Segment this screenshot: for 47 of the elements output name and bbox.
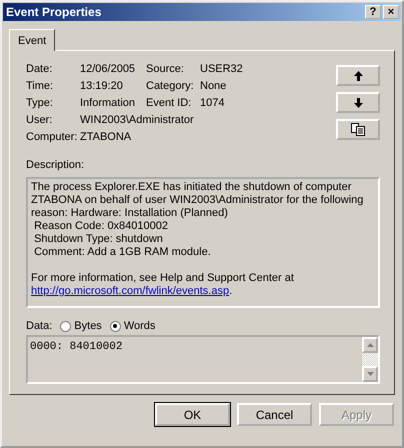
- up-arrow-icon: [354, 70, 362, 80]
- scroll-down-button[interactable]: [362, 366, 378, 382]
- description-text: Shutdown Type: shutdown: [33, 233, 164, 246]
- down-button[interactable]: [336, 92, 380, 113]
- copy-button[interactable]: [336, 119, 380, 140]
- help-link[interactable]: http://go.microsoft.com/fwlink/events.asp: [31, 285, 230, 297]
- field-value: 12/06/2005: [80, 63, 136, 75]
- radio-option[interactable]: Words: [110, 320, 156, 332]
- window-title: Event Properties: [6, 5, 102, 19]
- field-value: WIN2003\Administrator: [80, 114, 195, 126]
- field-label: Category:: [146, 80, 195, 92]
- field-label: Source:: [146, 63, 185, 75]
- description-text: Comment: Add a 1GB RAM module.: [33, 246, 212, 259]
- field-label: User:: [26, 114, 54, 126]
- description-text: Reason Code: 0x84010002: [33, 220, 170, 233]
- data-text: 0000: 84010002: [29, 340, 124, 355]
- field-label: Computer:: [26, 131, 78, 143]
- help-button[interactable]: ?: [365, 5, 381, 19]
- radio-button[interactable]: [110, 320, 121, 332]
- field-value: 1074: [200, 97, 226, 109]
- description-label: Description:: [26, 159, 86, 171]
- radio-option[interactable]: Bytes: [60, 320, 102, 332]
- scrollbar[interactable]: [362, 337, 378, 382]
- down-triangle-icon: [366, 372, 374, 376]
- field-value: USER32: [200, 63, 243, 75]
- close-button[interactable]: ×: [383, 5, 399, 19]
- field-label: Event ID:: [146, 97, 192, 109]
- data-label: Data:: [26, 320, 52, 332]
- up-button[interactable]: [336, 65, 380, 86]
- field-value: Information: [80, 97, 136, 109]
- copy-icon: [351, 123, 365, 136]
- description-text: The process Explorer.EXE has initiated the shutdown of computer ZTABONA on behalf of user WIN2003\Administrator for the following reason: Hardware: Installation (Planned): [31, 181, 364, 220]
- field-label: Type:: [26, 97, 54, 109]
- radio-button[interactable]: [60, 320, 72, 332]
- field-value: None: [200, 80, 228, 92]
- tab[interactable]: Event: [9, 29, 56, 51]
- scroll-up-button[interactable]: [362, 337, 378, 353]
- punctuation: .: [229, 285, 232, 297]
- up-triangle-icon: [366, 343, 374, 347]
- down-arrow-icon: [354, 98, 362, 108]
- description-text: For more information, see Help and Support Center at: [31, 272, 295, 285]
- field-value: ZTABONA: [80, 131, 132, 143]
- dialog-button[interactable]: OK: [155, 403, 230, 426]
- dialog-button[interactable]: Cancel: [237, 403, 312, 426]
- field-label: Date:: [26, 63, 54, 75]
- field-value: 13:19:20: [80, 80, 124, 92]
- field-label: Time:: [26, 80, 54, 92]
